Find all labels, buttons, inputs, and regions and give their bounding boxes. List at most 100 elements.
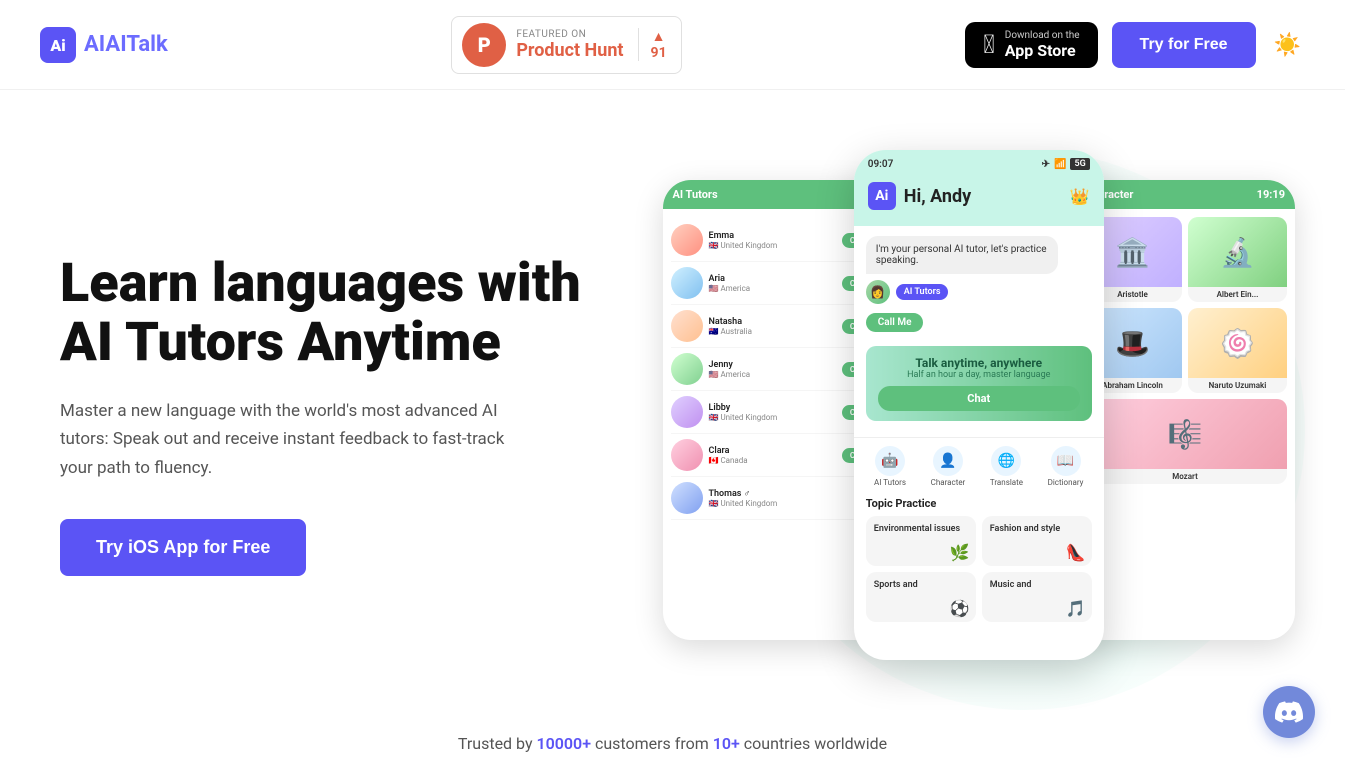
tutor-info: Thomas ♂ 🇬🇧 United Kingdom — [709, 488, 875, 508]
topic-emoji: 🎵 — [1066, 599, 1086, 618]
list-item[interactable]: Sports and ⚽ — [866, 572, 976, 622]
topic-name: Sports and — [874, 580, 918, 590]
tutor-name: Emma — [709, 231, 836, 241]
tutor-location: 🇺🇸 America — [709, 284, 836, 293]
product-hunt-badge[interactable]: P FEATURED ON Product Hunt ▲ 91 — [451, 16, 681, 74]
character-icon: 👤 — [933, 446, 963, 476]
phone-app-header: Ai Hi, Andy 👑 — [854, 174, 1104, 226]
trusted-customers: 10000+ — [536, 734, 591, 753]
status-time: 09:07 — [868, 159, 894, 170]
list-item[interactable]: Music and 🎵 — [982, 572, 1092, 622]
ph-name: Product Hunt — [516, 40, 623, 61]
greeting-text: Hi, Andy — [904, 186, 971, 207]
svg-text:Ai: Ai — [49, 36, 65, 55]
logo-area[interactable]: Ai AIAITalk — [40, 27, 168, 63]
list-item: Aria 🇺🇸 America Chat — [671, 262, 875, 305]
topic-emoji: 🌿 — [950, 543, 970, 562]
char-name: Mozart — [1083, 469, 1287, 484]
ai-tutors-icon: 🤖 — [875, 446, 905, 476]
phone-status-bar: 09:07 ✈ 📶 5G — [854, 150, 1104, 174]
banner-title: Talk anytime, anywhere — [878, 356, 1080, 370]
char-avatar-einstein: 🔬 — [1188, 217, 1287, 287]
tutor-avatar-main: 👩 — [866, 280, 890, 304]
call-me-button[interactable]: Call Me — [866, 313, 924, 332]
chat-area: I'm your personal AI tutor, let's practi… — [854, 226, 1104, 437]
trusted-suffix: countries worldwide — [740, 734, 887, 753]
list-item[interactable]: Fashion and style 👠 — [982, 516, 1092, 566]
discord-button[interactable] — [1263, 686, 1315, 738]
phone-right: Character 19:19 🏛️ Aristotle 🔬 Albert Ei… — [1075, 180, 1295, 640]
tutor-location: 🇨🇦 Canada — [709, 456, 836, 465]
translate-icon: 🌐 — [991, 446, 1021, 476]
trusted-prefix: Trusted by — [458, 734, 537, 753]
app-store-big: App Store — [1005, 41, 1080, 60]
hero-title: Learn languages with AI Tutors Anytime — [60, 254, 633, 373]
hero-right: AI Tutors Emma 🇬🇧 United Kingdom Chat Ar… — [673, 150, 1286, 680]
app-icon: Ai — [868, 182, 896, 210]
tutor-avatar — [671, 353, 703, 385]
tutor-avatar — [671, 224, 703, 256]
translate-icon-label: Translate — [990, 478, 1023, 487]
tutor-info: Emma 🇬🇧 United Kingdom — [709, 231, 836, 250]
topic-name: Music and — [990, 580, 1032, 590]
char-avatar-naruto: 🍥 — [1188, 308, 1287, 378]
hero-left: Learn languages with AI Tutors Anytime M… — [60, 254, 673, 576]
dictionary-icon-label: Dictionary — [1048, 478, 1084, 487]
bot-message: I'm your personal AI tutor, let's practi… — [866, 236, 1058, 274]
ph-arrow-icon: ▲ — [652, 28, 666, 45]
left-phone-header: AI Tutors — [663, 180, 883, 209]
phone-icons-row: 🤖 AI Tutors 👤 Character 🌐 Translate 📖 Di… — [854, 437, 1104, 491]
tutor-location: 🇬🇧 United Kingdom — [709, 413, 836, 422]
ph-featured-label: FEATURED ON — [516, 29, 623, 40]
trusted-countries: 10+ — [713, 734, 740, 753]
crown-icon: 👑 — [1070, 187, 1090, 206]
list-item[interactable]: 🍥 Naruto Uzumaki — [1188, 308, 1287, 393]
tutor-info: Jenny 🇺🇸 America — [709, 360, 836, 379]
list-item: Natasha 🇦🇺 Australia Chat — [671, 305, 875, 348]
list-item: Jenny 🇺🇸 America Chat — [671, 348, 875, 391]
trusted-section: Trusted by 10000+ customers from 10+ cou… — [0, 710, 1345, 777]
hero-section: Learn languages with AI Tutors Anytime M… — [0, 90, 1345, 710]
theme-toggle-button[interactable]: ☀️ — [1270, 28, 1305, 62]
tutor-info: Clara 🇨🇦 Canada — [709, 446, 836, 465]
phone-left: AI Tutors Emma 🇬🇧 United Kingdom Chat Ar… — [663, 180, 883, 640]
trusted-middle: customers from — [591, 734, 713, 753]
dictionary-icon: 📖 — [1051, 446, 1081, 476]
tutor-avatar — [671, 310, 703, 342]
tutor-name: Libby — [709, 403, 836, 413]
navbar: Ai AIAITalk P FEATURED ON Product Hunt ▲… — [0, 0, 1345, 90]
hero-cta-button[interactable]: Try iOS App for Free — [60, 519, 306, 576]
character-icon-item[interactable]: 👤 Character — [931, 446, 966, 487]
tutor-info: Libby 🇬🇧 United Kingdom — [709, 403, 836, 422]
hero-subtitle: Master a new language with the world's m… — [60, 397, 540, 484]
list-item: Clara 🇨🇦 Canada Chat — [671, 434, 875, 477]
character-grid: 🏛️ Aristotle 🔬 Albert Ein... 🎩 Abraham L… — [1075, 209, 1295, 492]
tutor-location: 🇬🇧 United Kingdom — [709, 499, 875, 508]
list-item[interactable]: Environmental issues 🌿 — [866, 516, 976, 566]
dictionary-icon-item[interactable]: 📖 Dictionary — [1048, 446, 1084, 487]
char-header: Character 19:19 — [1075, 180, 1295, 209]
ai-tutors-icon-item[interactable]: 🤖 AI Tutors — [874, 446, 906, 487]
tutor-name: Clara — [709, 446, 836, 456]
list-item[interactable]: 🎼 Mozart — [1083, 399, 1287, 484]
phone-banner: Talk anytime, anywhere Half an hour a da… — [866, 346, 1092, 421]
chat-button[interactable]: Chat — [878, 386, 1080, 411]
translate-icon-item[interactable]: 🌐 Translate — [990, 446, 1023, 487]
ai-tutors-label: AI Tutors — [896, 284, 949, 300]
status-icons: ✈ 📶 5G — [1042, 158, 1090, 170]
tutor-avatar — [671, 482, 703, 514]
topic-practice: Topic Practice Environmental issues 🌿 Fa… — [854, 491, 1104, 628]
list-item[interactable]: 🔬 Albert Ein... — [1188, 217, 1287, 302]
battery-icon: 5G — [1070, 158, 1089, 170]
topic-name: Fashion and style — [990, 524, 1060, 534]
wifi-icon: 📶 — [1054, 159, 1066, 170]
app-store-button[interactable]:  Download on the App Store — [965, 22, 1097, 68]
ph-text-area: FEATURED ON Product Hunt — [516, 29, 623, 61]
try-free-button[interactable]: Try for Free — [1112, 22, 1256, 68]
tutor-avatar — [671, 439, 703, 471]
tutor-info: Natasha 🇦🇺 Australia — [709, 317, 836, 336]
list-item: Thomas ♂ 🇬🇧 United Kingdom — [671, 477, 875, 520]
tutor-location: 🇬🇧 United Kingdom — [709, 241, 836, 250]
topic-emoji: ⚽ — [950, 599, 970, 618]
airplane-icon: ✈ — [1042, 159, 1050, 170]
